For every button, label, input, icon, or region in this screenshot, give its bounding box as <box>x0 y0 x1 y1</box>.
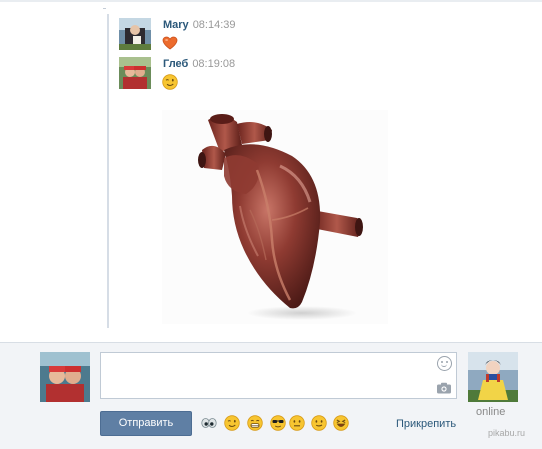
sunglasses-emoji-icon[interactable] <box>270 415 286 431</box>
neutral-emoji-icon[interactable] <box>289 415 305 431</box>
author-name[interactable]: Глеб <box>163 58 188 70</box>
heart-photo-attachment[interactable] <box>162 110 388 324</box>
wink-emoji-icon[interactable] <box>224 415 240 431</box>
message-input[interactable] <box>100 352 457 399</box>
attach-link[interactable]: Прикрепить <box>396 418 456 430</box>
author-name[interactable]: Mary <box>163 19 189 31</box>
top-divider <box>0 0 542 2</box>
alien-eyes-emoji-icon[interactable] <box>201 415 217 431</box>
peer-avatar[interactable] <box>468 352 518 402</box>
smile-icon[interactable] <box>437 356 452 371</box>
thread-line <box>107 14 109 328</box>
my-avatar[interactable] <box>40 352 90 402</box>
laughing-emoji-icon[interactable] <box>333 415 349 431</box>
message-time[interactable]: 08:14:39 <box>193 19 236 31</box>
avatar-gleb[interactable] <box>119 57 151 89</box>
watermark: pikabu.ru <box>488 428 526 438</box>
heart-emoji <box>162 36 178 50</box>
message-time[interactable]: 08:19:08 <box>192 58 235 70</box>
message-header: Mary 08:14:39 <box>163 19 236 31</box>
thread-marker <box>103 8 106 9</box>
winking-face-emoji <box>162 74 178 90</box>
message-header: Глеб 08:19:08 <box>163 58 235 70</box>
peer-online-status: online <box>476 406 506 418</box>
smirk-emoji-icon[interactable] <box>311 415 327 431</box>
message-composer: Отправить Прикрепить online <box>0 342 542 449</box>
avatar-mary[interactable] <box>119 18 151 50</box>
grin-emoji-icon[interactable] <box>247 415 263 431</box>
send-button[interactable]: Отправить <box>100 411 192 436</box>
camera-icon[interactable] <box>436 382 452 394</box>
